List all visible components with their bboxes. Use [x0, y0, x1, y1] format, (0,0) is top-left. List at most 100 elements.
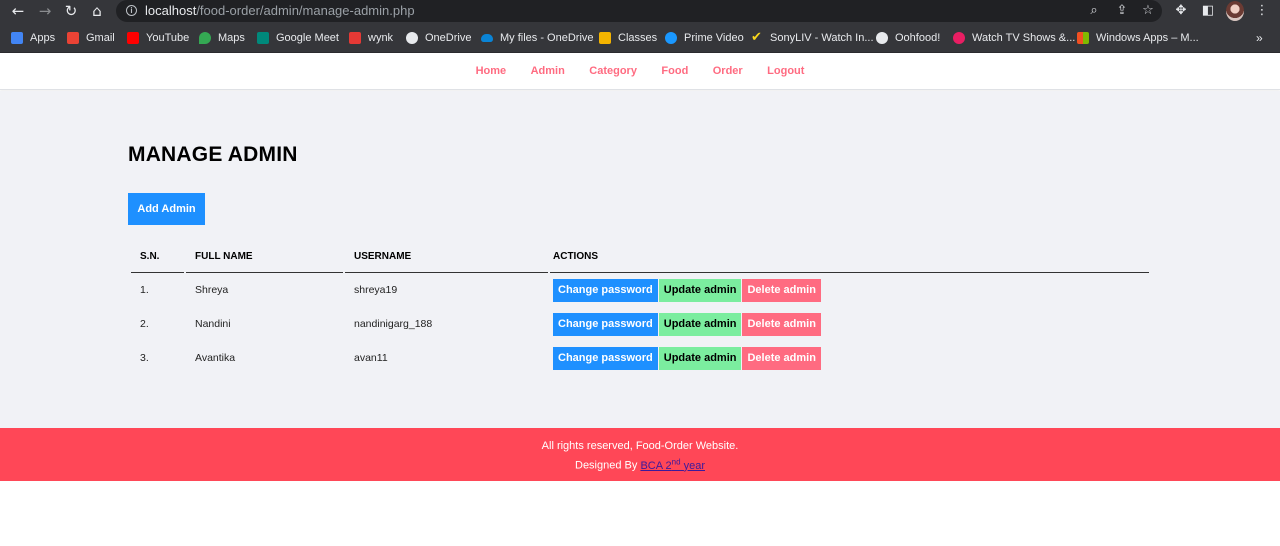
admin-table: S.N. FULL NAME USERNAME ACTIONS 1. Shrey…	[129, 241, 1151, 375]
profile-avatar[interactable]	[1226, 1, 1244, 21]
youtube-icon	[127, 32, 139, 44]
prime-video-icon	[665, 32, 677, 44]
apps-grid-icon	[11, 32, 23, 44]
cell-actions: Change password Update admin Delete admin	[550, 273, 1149, 307]
address-bar[interactable]: i localhost/food-order/admin/manage-admi…	[116, 0, 1162, 22]
forward-arrow-icon[interactable]: →	[36, 3, 54, 20]
bookmark-gmail[interactable]: Gmail	[67, 30, 115, 46]
cell-username: shreya19	[354, 284, 398, 296]
more-menu-icon[interactable]: ⋮	[1254, 3, 1270, 19]
google-meet-icon	[257, 32, 269, 44]
bookmark-label: Watch TV Shows &...	[972, 32, 1076, 44]
cell-full-name: Avantika	[195, 352, 236, 364]
bookmark-sonyliv[interactable]: ✔ SonyLIV - Watch In...	[751, 30, 874, 46]
wynk-icon	[349, 32, 361, 44]
delete-admin-button[interactable]: Delete admin	[742, 312, 821, 336]
bookmark-oohfood[interactable]: Oohfood!	[876, 30, 940, 46]
bookmark-windows-apps[interactable]: Windows Apps – M...	[1077, 30, 1199, 46]
globe-icon	[406, 32, 418, 44]
share-icon[interactable]: ⇪	[1114, 3, 1130, 19]
footer-rights-text: All rights reserved, Food-Order Website.	[541, 440, 739, 452]
site-info-icon[interactable]: i	[126, 5, 137, 16]
bookmark-onedrive[interactable]: OneDrive	[406, 30, 471, 46]
bookmark-label: Prime Video	[684, 32, 744, 44]
reload-icon[interactable]: ↻	[62, 3, 80, 20]
change-password-button[interactable]: Change password	[553, 346, 658, 370]
bookmark-youtube[interactable]: YouTube	[127, 30, 189, 46]
bookmark-label: Apps	[30, 32, 56, 44]
cell-sn: 2.	[140, 318, 149, 330]
table-row: 2. Nandini nandinigarg_188 Change passwo…	[131, 307, 1149, 341]
bookmarks-overflow-icon[interactable]: »	[1256, 30, 1263, 46]
extensions-puzzle-icon[interactable]: ✥	[1173, 3, 1189, 19]
bookmark-label: OneDrive	[425, 32, 472, 44]
update-admin-button[interactable]: Update admin	[658, 312, 742, 336]
header-username: USERNAME	[345, 241, 548, 273]
header-sn: S.N.	[131, 241, 184, 273]
cell-actions: Change password Update admin Delete admin	[550, 307, 1149, 341]
menu-category[interactable]: Category	[589, 53, 637, 90]
bookmark-label: SonyLIV - Watch In...	[770, 32, 874, 44]
table-row: 3. Avantika avan11 Change password Update…	[131, 341, 1149, 375]
checkmark-icon: ✔	[751, 30, 762, 45]
menu-home[interactable]: Home	[476, 53, 507, 90]
side-panel-icon[interactable]: ◧	[1200, 3, 1216, 19]
url-path: /food-order/admin/manage-admin.php	[196, 3, 415, 18]
url-text[interactable]: localhost/food-order/admin/manage-admin.…	[145, 3, 415, 19]
bookmark-classes[interactable]: Classes	[599, 30, 657, 46]
site-menu: Home Admin Category Food Order Logout	[0, 53, 1280, 90]
credit-sup: nd	[671, 457, 681, 466]
change-password-button[interactable]: Change password	[553, 312, 658, 336]
change-password-button[interactable]: Change password	[553, 278, 658, 302]
bookmark-wynk[interactable]: wynk	[349, 30, 393, 46]
footer: All rights reserved, Food-Order Website.…	[0, 428, 1280, 481]
bookmark-label: Oohfood!	[895, 32, 941, 44]
bookmark-label: Google Meet	[276, 32, 339, 44]
windows-logo-icon	[1077, 32, 1089, 44]
bookmark-apps[interactable]: Apps	[11, 30, 55, 46]
bookmark-google-meet[interactable]: Google Meet	[257, 30, 339, 46]
bookmark-label: My files - OneDrive	[500, 32, 594, 44]
globe-icon	[876, 32, 888, 44]
page-title: MANAGE ADMIN	[128, 143, 298, 166]
bookmark-prime-video[interactable]: Prime Video	[665, 30, 744, 46]
bookmark-label: Classes	[618, 32, 658, 44]
tv-shows-icon	[953, 32, 965, 44]
table-header-row: S.N. FULL NAME USERNAME ACTIONS	[131, 241, 1149, 273]
url-host: localhost	[145, 3, 197, 18]
bookmarks-bar: Apps Gmail YouTube Maps Google Meet wynk…	[0, 23, 1280, 53]
update-admin-button[interactable]: Update admin	[658, 346, 742, 370]
footer-credit-link[interactable]: BCA 2nd year	[640, 457, 705, 472]
cell-full-name: Shreya	[195, 284, 229, 296]
bookmark-maps[interactable]: Maps	[199, 30, 245, 46]
cell-username: avan11	[354, 352, 388, 364]
onedrive-cloud-icon	[481, 34, 493, 42]
bookmark-label: wynk	[368, 32, 394, 44]
bookmark-watch-tv-shows[interactable]: Watch TV Shows &...	[953, 30, 1075, 46]
update-admin-button[interactable]: Update admin	[658, 278, 742, 302]
bookmark-label: Gmail	[86, 32, 115, 44]
delete-admin-button[interactable]: Delete admin	[742, 346, 821, 370]
menu-food[interactable]: Food	[661, 53, 688, 90]
bookmark-label: Maps	[218, 32, 245, 44]
menu-order[interactable]: Order	[713, 53, 743, 90]
header-full-name: FULL NAME	[186, 241, 343, 273]
header-actions: ACTIONS	[550, 241, 1149, 273]
main-content: MANAGE ADMIN Add Admin S.N. FULL NAME US…	[0, 91, 1280, 428]
footer-designed-by: Designed By BCA 2nd year	[0, 454, 1280, 474]
cell-full-name: Nandini	[195, 318, 231, 330]
cell-actions: Change password Update admin Delete admin	[550, 341, 1149, 375]
maps-pin-icon	[199, 32, 211, 44]
zoom-icon[interactable]: ⌕	[1086, 3, 1102, 19]
menu-admin[interactable]: Admin	[531, 53, 565, 90]
bookmark-my-files-onedrive[interactable]: My files - OneDrive	[481, 30, 594, 46]
delete-admin-button[interactable]: Delete admin	[742, 278, 821, 302]
cell-username: nandinigarg_188	[354, 318, 433, 330]
menu-logout[interactable]: Logout	[767, 53, 804, 90]
credit-text: BCA 2	[640, 459, 672, 472]
bookmark-star-icon[interactable]: ☆	[1140, 3, 1156, 19]
add-admin-button[interactable]: Add Admin	[128, 193, 205, 225]
home-icon[interactable]: ⌂	[88, 3, 106, 20]
back-arrow-icon[interactable]: ←	[9, 3, 27, 20]
browser-toolbar: ← → ↻ ⌂ i localhost/food-order/admin/man…	[0, 0, 1280, 23]
